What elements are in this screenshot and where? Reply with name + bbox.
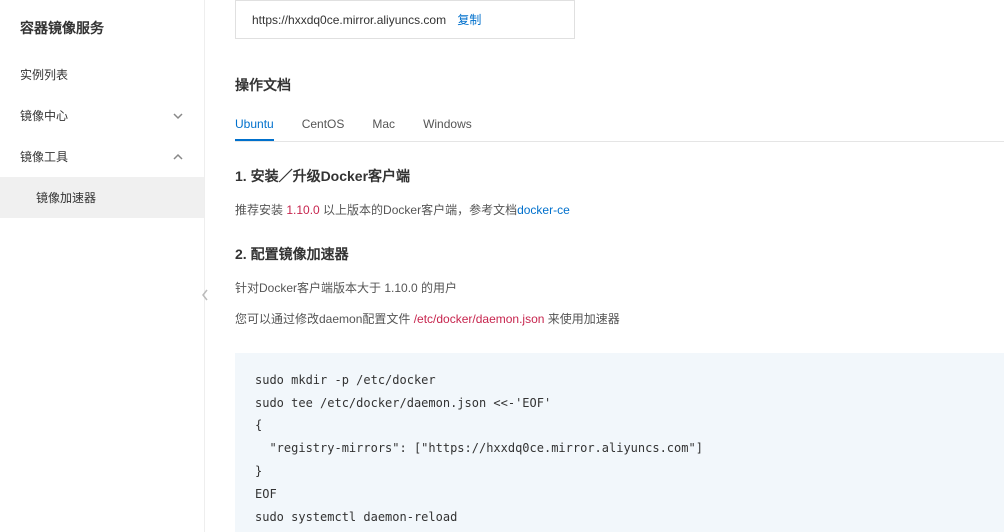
copy-link[interactable]: 复制: [457, 13, 481, 27]
section2-line1: 针对Docker客户端版本大于 1.10.0 的用户: [235, 278, 1004, 300]
sidebar-title: 容器镜像服务: [0, 0, 204, 54]
section1-text: 推荐安装 1.10.0 以上版本的Docker客户端，参考文档docker-ce: [235, 200, 1004, 222]
chevron-down-icon: [172, 110, 184, 122]
sidebar-item-image-center[interactable]: 镜像中心: [0, 95, 204, 136]
sidebar-item-label: 镜像加速器: [36, 189, 96, 206]
mirror-url: https://hxxdq0ce.mirror.aliyuncs.com: [252, 13, 446, 27]
tab-centos[interactable]: CentOS: [302, 109, 345, 141]
section2-line2: 您可以通过修改daemon配置文件 /etc/docker/daemon.jso…: [235, 309, 1004, 331]
section1-heading: 1. 安装／升级Docker客户端: [235, 166, 1004, 186]
sidebar-item-label: 实例列表: [20, 66, 68, 83]
doc-tabs: Ubuntu CentOS Mac Windows: [235, 109, 1004, 142]
sidebar-collapse-handle[interactable]: [198, 280, 212, 310]
section2-heading: 2. 配置镜像加速器: [235, 244, 1004, 264]
chevron-up-icon: [172, 151, 184, 163]
code-block: sudo mkdir -p /etc/docker sudo tee /etc/…: [235, 353, 1004, 532]
sidebar-item-image-tools[interactable]: 镜像工具: [0, 136, 204, 177]
version-text: 1.10.0: [286, 203, 319, 217]
main-content: https://hxxdq0ce.mirror.aliyuncs.com 复制 …: [205, 0, 1004, 532]
sidebar-item-label: 镜像中心: [20, 107, 68, 124]
config-path: /etc/docker/daemon.json: [414, 312, 545, 326]
docker-ce-link[interactable]: docker-ce: [517, 203, 570, 217]
sidebar-item-label: 镜像工具: [20, 148, 68, 165]
tab-ubuntu[interactable]: Ubuntu: [235, 109, 274, 141]
tab-windows[interactable]: Windows: [423, 109, 472, 141]
doc-title: 操作文档: [235, 75, 1004, 95]
sidebar-item-mirror-accelerator[interactable]: 镜像加速器: [0, 177, 204, 218]
sidebar-item-instances[interactable]: 实例列表: [0, 54, 204, 95]
mirror-url-box: https://hxxdq0ce.mirror.aliyuncs.com 复制: [235, 0, 575, 39]
tab-mac[interactable]: Mac: [372, 109, 395, 141]
sidebar: 容器镜像服务 实例列表 镜像中心 镜像工具 镜像加速器: [0, 0, 205, 532]
